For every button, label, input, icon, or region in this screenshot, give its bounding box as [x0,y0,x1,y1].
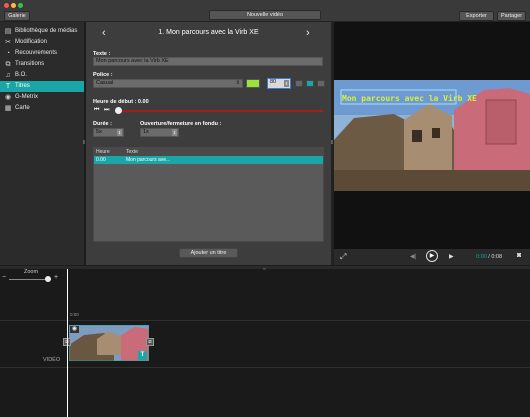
duration-label: Durée : [93,121,112,127]
sidebar-item-overlays[interactable]: ◔ Recouvrements [0,48,84,59]
sidebar-item-label: Recouvrements [15,50,58,56]
minimize-window-button[interactable] [11,3,16,8]
text-color-swatch[interactable] [246,79,260,88]
video-preview-panel: Mon parcours avec la Virb XE ⤢ ◀| ▶ ▶ 0:… [334,22,530,265]
sidebar-item-map[interactable]: ▦ Carte [0,103,84,114]
title-badge-icon[interactable]: T [138,351,147,360]
playhead[interactable] [67,269,68,417]
sidebar: ▤ Bibliothèque de médias ✂ Modification ◔ R… [0,22,84,265]
sidebar-item-transitions[interactable]: ⧉ Transitions [0,59,84,70]
font-size-value: 80 [270,79,277,85]
camera-snapshot-icon[interactable]: ◙ [517,252,521,259]
eye-icon: ◉ [4,94,12,101]
fade-select[interactable]: 1s ⇕ [140,128,179,137]
play-button[interactable]: ▶ [426,250,438,262]
text-style-active-button[interactable] [306,80,314,87]
current-time: 0:00 [476,254,487,260]
chevron-down-icon: ⇕ [172,129,177,136]
timeline: ═ Zoom − + 0:00 VIDÉO ◉ ⧄ ⧄ T [0,266,530,417]
add-title-button[interactable]: Ajouter un titre [179,248,238,258]
transition-icon[interactable]: ⧄ [146,338,154,346]
export-button[interactable]: Exporter [459,11,494,21]
map-icon: ▦ [4,105,12,112]
sidebar-item-label: G-Metrix [15,94,38,100]
fullscreen-icon[interactable]: ⤢ [340,252,346,262]
next-title-button[interactable]: › [306,27,310,39]
eye-icon[interactable]: ◉ [70,326,79,333]
text-align-button[interactable] [317,80,325,87]
sidebar-item-label: Modification [15,39,48,45]
zoom-label: Zoom [24,269,39,275]
preview-title-overlay: Mon parcours avec la Virb XE [342,94,477,103]
page-title: 1. Mon parcours avec la Virb XE [158,29,259,36]
chevron-down-icon: ⇕ [235,80,240,86]
title-text-input[interactable]: Mon parcours avec la Virb XE [93,57,323,66]
zoom-out-button[interactable]: − [2,274,6,281]
sidebar-item-label: Bibliothèque de médias [15,28,78,34]
font-select[interactable]: Casual ⇕ [93,79,243,88]
start-time-slider-track[interactable] [118,110,323,112]
time-readout: 0:00 / 0:08 [476,254,502,260]
fade-label: Ouverture/fermeture en fondu : [140,121,222,127]
zoom-in-button[interactable]: + [54,274,58,281]
font-select-value: Casual [96,80,114,86]
video-clip[interactable] [69,325,149,361]
time-tick-label: 0:00 [70,312,79,317]
track-separator [0,367,530,368]
table-cell-text: Mon parcours ave... [126,157,171,163]
start-time-label: Heure de début : 0.00 [93,99,149,105]
resize-handle-icon[interactable]: ‖ [83,140,85,146]
text-style-button[interactable] [295,80,303,87]
sidebar-item-edit[interactable]: ✂ Modification [0,37,84,48]
stepper-icon: ⇕ [284,80,289,87]
zoom-slider-handle[interactable] [45,276,51,282]
toolbar: Galerie Nouvelle vidéo Exporter Partager [0,0,530,22]
resize-handle-icon[interactable]: ═ [263,266,266,271]
duration-value: 5s [96,129,102,135]
fade-value: 1s [143,129,149,135]
sidebar-item-label: B.O. [15,72,28,78]
close-window-button[interactable] [4,3,9,8]
film-icon: ▤ [4,28,12,35]
start-time-slider-handle[interactable] [115,107,122,114]
transition-icon: ⧉ [5,61,11,68]
sidebar-item-media-library[interactable]: ▤ Bibliothèque de médias [0,26,84,37]
skip-forward-icon[interactable]: ⏭ [104,107,109,114]
sidebar-item-g-metrix[interactable]: ◉ G-Metrix [0,92,84,103]
table-cell-time: 0.00 [96,157,106,163]
overlay-icon: ◔ [5,50,11,57]
table-row[interactable]: 0.00 Mon parcours ave... [94,156,323,164]
sidebar-item-label: Transitions [15,61,45,67]
resize-handle-icon[interactable]: ‖ [331,140,333,146]
total-time: 0:08 [491,254,503,260]
next-frame-icon[interactable]: ▶ [449,253,454,260]
new-video-button[interactable]: Nouvelle vidéo [209,10,321,20]
track-separator [0,320,530,321]
music-note-icon: ♫ [5,72,11,79]
sidebar-item-soundtrack[interactable]: ♫ B.O. [0,70,84,81]
zoom-window-button[interactable] [18,3,23,8]
chevron-down-icon: ⇕ [117,129,122,136]
table-header-time: Heure [96,149,110,155]
table-header-text: Texte [126,149,138,155]
text-icon: T [5,83,11,90]
skip-back-icon[interactable]: ⏮ [94,107,99,114]
sidebar-item-label: Carte [15,105,30,111]
share-button[interactable]: Partager [497,11,526,21]
sidebar-item-titles[interactable]: T Titres [0,81,84,92]
font-size-input[interactable]: 80 ⇕ [267,78,291,89]
title-editor-panel: ‹ 1. Mon parcours avec la Virb XE › Text… [86,22,331,265]
scissors-icon: ✂ [5,39,11,46]
video-track-label: VIDÉO [43,357,61,363]
titles-table: Heure Texte 0.00 Mon parcours ave... [93,147,324,242]
sidebar-item-label: Titres [15,83,30,89]
previous-frame-icon[interactable]: ◀| [410,253,416,260]
gallery-button[interactable]: Galerie [4,11,30,21]
duration-select[interactable]: 5s ⇕ [93,128,124,137]
font-label: Police : [93,72,113,78]
